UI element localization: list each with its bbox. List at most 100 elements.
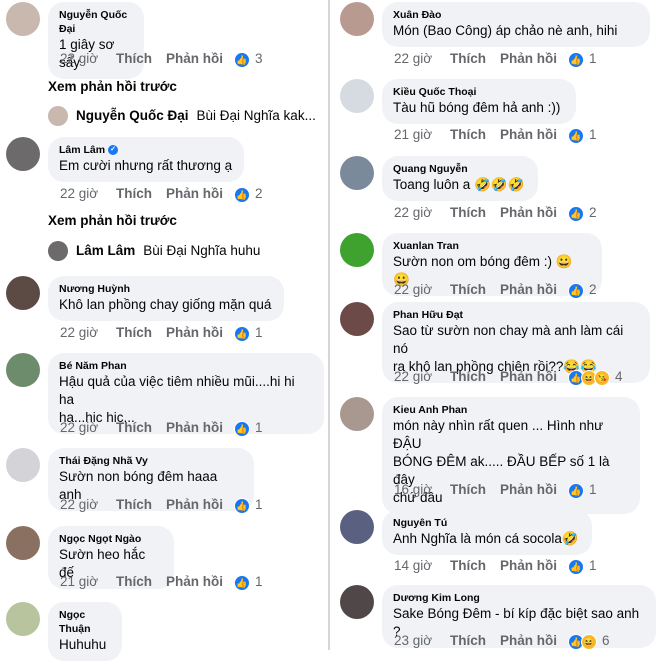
comment-author[interactable]: Xuanlan Tran [393, 239, 591, 253]
avatar[interactable] [340, 156, 374, 190]
comment-author[interactable]: Kieu Anh Phan [393, 403, 629, 417]
reply-button[interactable]: Phản hồi [500, 632, 564, 650]
reply-author[interactable]: Nguyễn Quốc Đại [76, 108, 189, 123]
comment-time[interactable]: 23 giờ [394, 632, 450, 650]
reply-button[interactable]: Phản hồi [166, 496, 230, 514]
reaction-count: 1 [255, 325, 263, 341]
like-button[interactable]: Thích [116, 419, 166, 437]
comment-author[interactable]: Quang Nguyễn [393, 162, 527, 176]
like-button[interactable]: Thích [450, 632, 500, 650]
like-button[interactable]: Thích [116, 496, 166, 514]
reply-button[interactable]: Phản hồi [500, 204, 564, 222]
comment-author[interactable]: Xuân Đào [393, 8, 639, 22]
reaction-summary[interactable]: 👍 😆 😘 4 [568, 368, 623, 386]
reaction-summary[interactable]: 👍 1 [568, 557, 597, 575]
like-button[interactable]: Thích [450, 281, 500, 299]
like-button[interactable]: Thích [450, 481, 500, 499]
comment-time[interactable]: 22 giờ [60, 185, 116, 203]
avatar[interactable] [6, 448, 40, 482]
reaction-summary[interactable]: 👍 2 [234, 185, 263, 203]
reaction-summary[interactable]: 👍 1 [234, 573, 263, 591]
comment-time[interactable]: 14 giờ [394, 557, 450, 575]
comment-author[interactable]: Bé Năm Phan [59, 359, 313, 373]
comment-author[interactable]: Nương Huỳnh [59, 282, 273, 296]
reaction-summary[interactable]: 👍 1 [568, 126, 597, 144]
comment-time[interactable]: 21 giờ [394, 126, 450, 144]
like-button[interactable]: Thích [116, 185, 166, 203]
view-previous-replies-link[interactable]: Xem phản hồi trước [48, 213, 177, 228]
reply-button[interactable]: Phản hồi [500, 126, 564, 144]
avatar[interactable] [6, 276, 40, 310]
comment-author[interactable]: Nguyên Tú [393, 516, 581, 530]
avatar[interactable] [340, 585, 374, 619]
comment-time[interactable]: 22 giờ [60, 496, 116, 514]
avatar[interactable] [340, 233, 374, 267]
reply-preview[interactable]: Nguyễn Quốc Đại Bùi Đại Nghĩa kak... [48, 104, 316, 128]
avatar[interactable] [340, 2, 374, 36]
reaction-summary[interactable]: 👍 1 [568, 481, 597, 499]
like-button[interactable]: Thích [450, 204, 500, 222]
comment-author[interactable]: Kiều Quốc Thoại [393, 85, 565, 99]
reaction-summary[interactable]: 👍 2 [568, 204, 597, 222]
comment-author[interactable]: Thái Đặng Nhã Vy [59, 454, 243, 468]
avatar[interactable] [6, 526, 40, 560]
love-reaction-icon: 😘 [594, 369, 610, 386]
reply-button[interactable]: Phản hồi [166, 573, 230, 591]
comment-time[interactable]: 22 giờ [394, 281, 450, 299]
reaction-count: 1 [255, 497, 263, 513]
comment-time[interactable]: 22 giờ [60, 324, 116, 342]
like-reaction-icon: 👍 [234, 325, 250, 342]
reply-button[interactable]: Phản hồi [500, 281, 564, 299]
reply-button[interactable]: Phản hồi [166, 185, 230, 203]
reply-button[interactable]: Phản hồi [500, 481, 564, 499]
reaction-summary[interactable]: 👍 3 [234, 50, 263, 68]
comment-author[interactable]: Nguyễn Quốc Đại [59, 8, 133, 36]
avatar[interactable] [340, 397, 374, 431]
reaction-summary[interactable]: 👍 1 [234, 324, 263, 342]
comment-time[interactable]: 22 giờ [60, 50, 116, 68]
reply-preview[interactable]: Lâm Lâm Bùi Đại Nghĩa huhu [48, 239, 260, 263]
like-button[interactable]: Thích [116, 573, 166, 591]
reaction-summary[interactable]: 👍 1 [568, 50, 597, 68]
comment-time[interactable]: 22 giờ [394, 50, 450, 68]
reaction-summary[interactable]: 👍 1 [234, 419, 263, 437]
avatar[interactable] [6, 353, 40, 387]
comment-author[interactable]: Dương Kim Long [393, 591, 645, 605]
reply-button[interactable]: Phản hồi [500, 557, 564, 575]
reaction-count: 1 [255, 420, 263, 436]
comment-time[interactable]: 22 giờ [394, 368, 450, 386]
reply-button[interactable]: Phản hồi [166, 50, 230, 68]
reaction-summary[interactable]: 👍 2 [568, 281, 597, 299]
comment-time[interactable]: 22 giờ [394, 204, 450, 222]
avatar[interactable] [6, 602, 40, 636]
reply-button[interactable]: Phản hồi [500, 368, 564, 386]
comment-author[interactable]: Phan Hữu Đạt [393, 308, 639, 322]
like-button[interactable]: Thích [450, 368, 500, 386]
comment-actions: 23 giờ Thích Phản hồi 👍 😆 6 [394, 632, 610, 650]
like-button[interactable]: Thích [116, 324, 166, 342]
comment-time[interactable]: 22 giờ [60, 419, 116, 437]
comment-author[interactable]: Ngọc Ngọt Ngào [59, 532, 163, 546]
avatar[interactable] [6, 2, 40, 36]
like-button[interactable]: Thích [116, 50, 166, 68]
reply-author[interactable]: Lâm Lâm [76, 243, 135, 258]
like-button[interactable]: Thích [450, 557, 500, 575]
reply-button[interactable]: Phản hồi [500, 50, 564, 68]
comment-time[interactable]: 21 giờ [60, 573, 116, 591]
reaction-count: 4 [615, 369, 623, 385]
comment-time[interactable]: 16 giờ [394, 481, 450, 499]
like-button[interactable]: Thích [450, 126, 500, 144]
comment-author[interactable]: Lâm Lâm ✓ [59, 143, 233, 157]
avatar[interactable] [340, 510, 374, 544]
left-comment-column: Nguyễn Quốc Đại 1 giây sơ sẩy 22 giờ Thíc… [0, 0, 324, 661]
avatar[interactable] [340, 79, 374, 113]
reaction-summary[interactable]: 👍 1 [234, 496, 263, 514]
reaction-summary[interactable]: 👍 😆 6 [568, 632, 610, 650]
reply-button[interactable]: Phản hồi [166, 324, 230, 342]
like-button[interactable]: Thích [450, 50, 500, 68]
avatar[interactable] [340, 302, 374, 336]
comment-author[interactable]: Ngọc Thuận [59, 608, 111, 636]
reply-button[interactable]: Phản hồi [166, 419, 230, 437]
view-previous-replies-link[interactable]: Xem phản hồi trước [48, 79, 177, 94]
avatar[interactable] [6, 137, 40, 171]
